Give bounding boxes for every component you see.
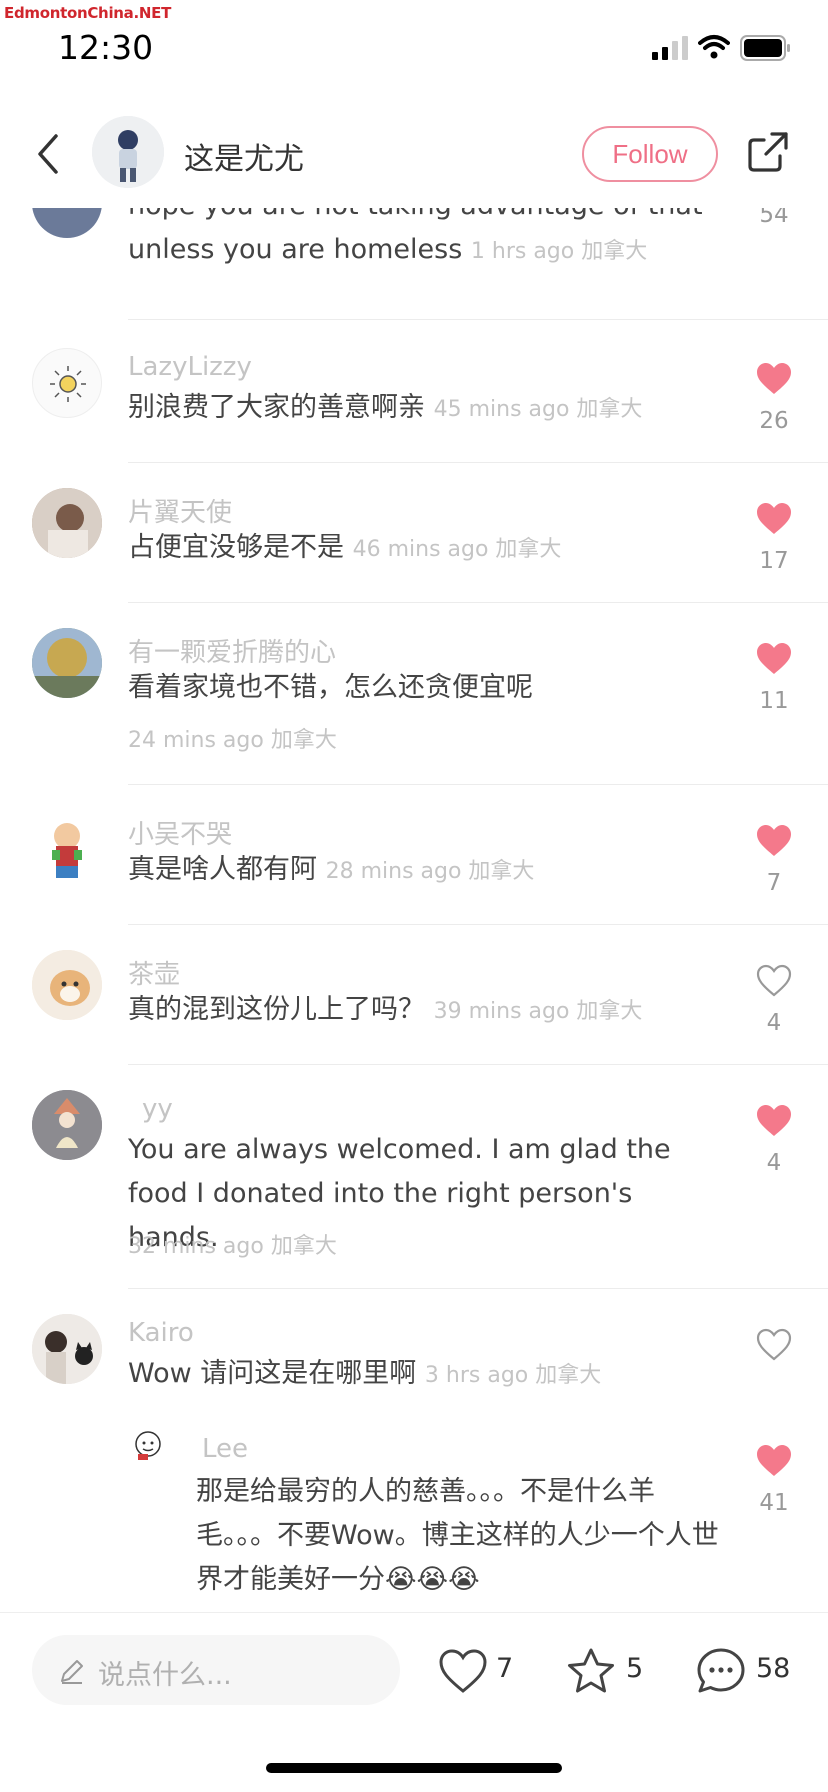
comment-meta: 32 mins ago 加拿大 bbox=[128, 1234, 337, 1259]
commenter-name[interactable]: Kairo bbox=[128, 1318, 194, 1348]
author-name[interactable]: 这是尤尤 bbox=[184, 134, 304, 178]
commenter-name[interactable]: LazyLizzy bbox=[128, 352, 252, 382]
commenter-name[interactable]: 小吴不哭 bbox=[128, 814, 232, 851]
home-indicator[interactable] bbox=[266, 1763, 562, 1773]
back-arrow-icon[interactable] bbox=[34, 132, 64, 176]
comment-meta: 28 mins ago 加拿大 bbox=[325, 859, 535, 884]
comment-body: 真是啥人都有阿 bbox=[128, 854, 317, 885]
author-avatar[interactable] bbox=[92, 116, 164, 188]
commenter-avatar[interactable] bbox=[32, 1090, 102, 1160]
follow-button[interactable]: Follow bbox=[582, 126, 718, 182]
like-count: 4 bbox=[766, 1150, 782, 1176]
comment-meta: 1 hrs ago 加拿大 bbox=[470, 239, 648, 264]
wifi-icon bbox=[698, 35, 730, 59]
like-count: 26 bbox=[759, 408, 789, 434]
bottom-action-bar: 说点什么... 7 5 58 bbox=[0, 1612, 828, 1792]
heart-filled-icon[interactable] bbox=[756, 362, 792, 396]
post-like-count: 7 bbox=[496, 1653, 514, 1684]
comment-body: 真的混到这份儿上了吗？ bbox=[128, 994, 425, 1025]
comment-text: 占便宜没够是不是 46 mins ago 加拿大 bbox=[128, 526, 718, 572]
commenter-avatar[interactable] bbox=[32, 348, 102, 418]
crying-emoji: 😭😭😭 bbox=[385, 1564, 480, 1595]
heart-outline-icon[interactable] bbox=[756, 1328, 792, 1362]
heart-filled-icon[interactable] bbox=[756, 642, 792, 676]
comment-text: 看着家境也不错，怎么还贪便宜呢 bbox=[128, 666, 718, 710]
heart-outline-icon[interactable] bbox=[756, 964, 792, 998]
post-comment-count: 58 bbox=[756, 1653, 791, 1684]
commenter-name[interactable]: 片翼天使 bbox=[128, 492, 232, 529]
status-time: 12:30 bbox=[58, 28, 154, 67]
comment-text: Wow 请问这是在哪里啊 3 hrs ago 加拿大 bbox=[128, 1352, 718, 1398]
commenter-avatar[interactable] bbox=[32, 628, 102, 698]
heart-filled-icon[interactable] bbox=[756, 502, 792, 536]
comment-text: 真的混到这份儿上了吗？ 39 mins ago 加拿大 bbox=[128, 988, 718, 1034]
heart-filled-icon[interactable] bbox=[756, 1444, 792, 1478]
like-count: 54 bbox=[759, 208, 789, 228]
comment-text: 那是给最穷的人的慈善。。。不是什么羊毛。。。不要Wow。博主这样的人少一个人世界… bbox=[196, 1470, 726, 1602]
like-count: 17 bbox=[759, 548, 789, 574]
pencil-icon bbox=[61, 1660, 83, 1684]
commenter-avatar[interactable] bbox=[32, 814, 102, 884]
divider bbox=[128, 1064, 828, 1065]
heart-filled-icon[interactable] bbox=[756, 824, 792, 858]
status-bar: 12:30 bbox=[0, 0, 828, 96]
comment-text: 别浪费了大家的善意啊亲 45 mins ago 加拿大 bbox=[128, 386, 718, 432]
divider bbox=[128, 1288, 828, 1289]
share-icon[interactable] bbox=[746, 130, 790, 174]
star-icon[interactable] bbox=[566, 1647, 616, 1695]
like-count: 41 bbox=[759, 1490, 789, 1516]
divider bbox=[128, 784, 828, 785]
comment-body: 看着家境也不错，怎么还贪便宜呢 bbox=[128, 672, 533, 703]
like-count: 4 bbox=[766, 1010, 782, 1036]
comment-meta: 24 mins ago 加拿大 bbox=[128, 728, 337, 753]
divider bbox=[128, 602, 828, 603]
comment-meta: 46 mins ago 加拿大 bbox=[352, 537, 562, 562]
comment-meta: 45 mins ago 加拿大 bbox=[433, 397, 643, 422]
commenter-avatar[interactable] bbox=[32, 1314, 102, 1384]
comment-body: 别浪费了大家的善意啊亲 bbox=[128, 392, 425, 423]
comment-text: 真是啥人都有阿 28 mins ago 加拿大 bbox=[128, 848, 718, 894]
comment-input-placeholder: 说点什么... bbox=[98, 1660, 232, 1691]
post-header: 这是尤尤 Follow bbox=[0, 96, 828, 208]
comment-body: Wow 请问这是在哪里啊 bbox=[128, 1358, 417, 1389]
like-count: 7 bbox=[766, 870, 782, 896]
comment-meta: 3 hrs ago 加拿大 bbox=[424, 1363, 602, 1388]
comment-list[interactable]: hope you are not taking advantage of tha… bbox=[0, 208, 828, 1612]
commenter-name[interactable]: Lee bbox=[202, 1434, 248, 1464]
divider bbox=[128, 319, 828, 320]
commenter-name[interactable]: yy bbox=[142, 1094, 173, 1124]
commenter-avatar[interactable] bbox=[32, 208, 102, 238]
divider bbox=[128, 924, 828, 925]
sun-icon bbox=[50, 366, 86, 402]
comment-body: 占便宜没够是不是 bbox=[128, 532, 344, 563]
cellular-signal-icon bbox=[652, 36, 688, 60]
comment-input[interactable]: 说点什么... bbox=[32, 1635, 400, 1705]
comment-bubble-icon[interactable] bbox=[696, 1647, 746, 1695]
commenter-avatar[interactable] bbox=[32, 488, 102, 558]
comment-text: hope you are not taking advantage of tha… bbox=[128, 208, 718, 274]
commenter-avatar[interactable] bbox=[32, 950, 102, 1020]
commenter-name[interactable]: 茶壶 bbox=[128, 954, 180, 991]
divider bbox=[128, 462, 828, 463]
heart-filled-icon[interactable] bbox=[756, 1104, 792, 1138]
comment-meta: 39 mins ago 加拿大 bbox=[433, 999, 643, 1024]
reply-avatar[interactable] bbox=[128, 1426, 168, 1466]
like-count: 11 bbox=[759, 688, 789, 714]
commenter-name[interactable]: 有一颗爱折腾的心 bbox=[128, 632, 336, 669]
like-heart-icon[interactable] bbox=[438, 1647, 488, 1695]
post-star-count: 5 bbox=[626, 1653, 644, 1684]
battery-icon bbox=[740, 35, 790, 61]
